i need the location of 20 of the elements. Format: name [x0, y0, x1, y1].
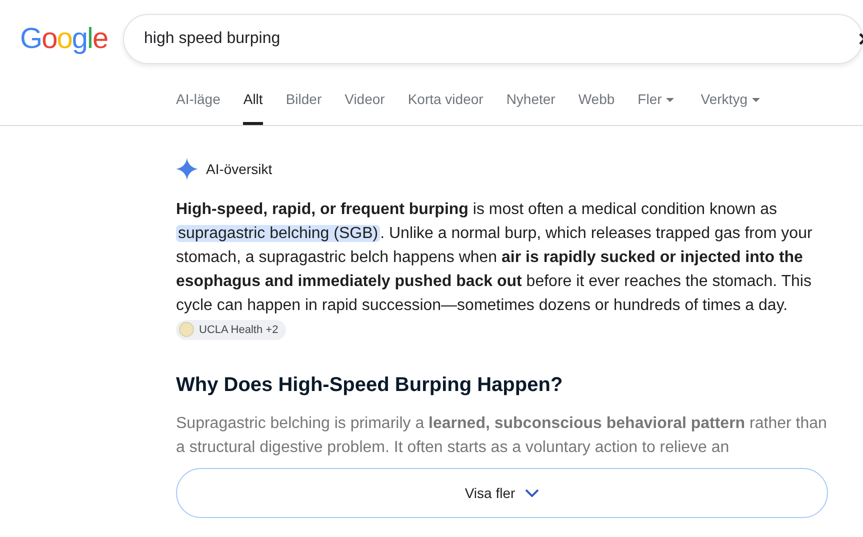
overview-paragraph: High-speed, rapid, or frequent burping is most often a medical condition known as supragastric belching (SGB). Unlike a normal burp, which releases trapped gas from your stomach, a supragastric belch happens when air is rapidly sucked or injected into the esophagus and immediately pushed back out before it ever reaches the stomach. This cycle can happen in rapid succession—sometimes dozens or hundreds of times a day. UCLA Health +2 — [176, 198, 816, 342]
source-chip[interactable]: UCLA Health +2 — [176, 320, 286, 340]
search-tab[interactable]: Verktyg — [700, 89, 760, 125]
search-tab[interactable]: Bilder — [286, 89, 322, 125]
search-tab[interactable]: Korta videor — [408, 89, 484, 125]
search-tab[interactable]: Fler — [638, 89, 674, 125]
search-field[interactable]: high speed burping — [123, 14, 863, 64]
search-tab[interactable]: Nyheter — [506, 89, 556, 125]
search-tab[interactable]: Webb — [578, 89, 615, 125]
overview-label: AI-översikt — [206, 160, 272, 178]
search-tab[interactable]: Videor — [344, 89, 385, 125]
faded-paragraph: Supragastric belching is primarily a learned, subconscious behavioral pattern rather than a structural digestive problem. It often starts as a voluntary action to relieve an — [176, 414, 828, 458]
search-tab[interactable]: AI-läge — [176, 89, 220, 125]
chevron-down-icon — [525, 489, 540, 497]
source-favicon-icon — [179, 322, 194, 338]
section-heading: Why Does High-Speed Burping Happen? — [176, 373, 564, 398]
show-more-button[interactable]: Visa fler — [176, 468, 828, 518]
sparkle-icon — [176, 158, 198, 180]
search-tab[interactable]: Allt — [243, 89, 263, 125]
google-logo[interactable]: Google — [20, 24, 123, 54]
